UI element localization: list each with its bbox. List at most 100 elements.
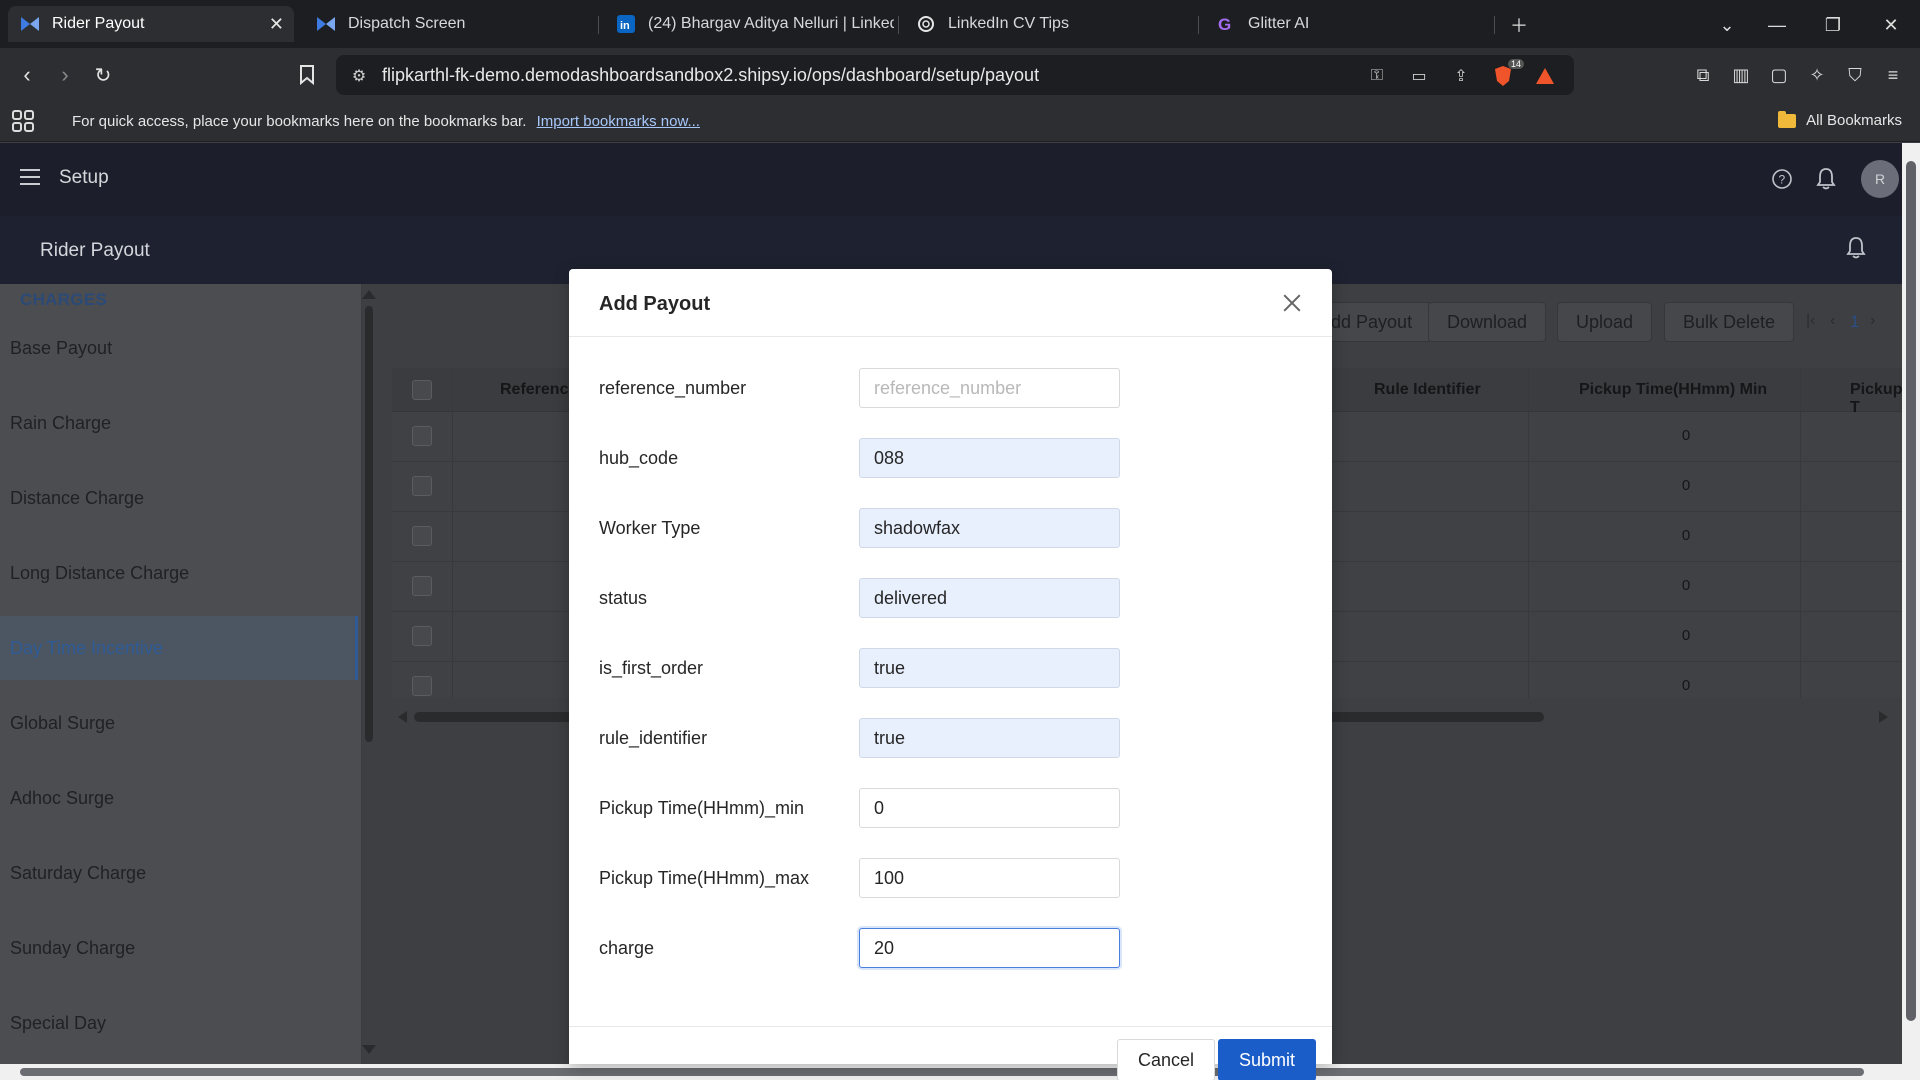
- pickup-min-cell: 0: [1681, 427, 1691, 444]
- next-page-icon[interactable]: ›: [1870, 312, 1875, 330]
- field-hub-code: hub_code: [569, 438, 1332, 478]
- row-checkbox[interactable]: [412, 476, 432, 496]
- app-header: Setup ?: [0, 143, 1902, 216]
- page-horizontal-scroll-thumb[interactable]: [20, 1068, 1864, 1076]
- scroll-left-arrow-icon[interactable]: [398, 711, 407, 723]
- tab-rider-payout[interactable]: Rider Payout ✕: [8, 6, 294, 42]
- rule-identifier-input[interactable]: [859, 718, 1120, 758]
- pickup-min-cell: 0: [1681, 527, 1691, 544]
- field-label: charge: [599, 938, 655, 958]
- sidebar-item-adhoc-surge[interactable]: Adhoc Surge: [0, 766, 358, 830]
- scroll-up-arrow-icon[interactable]: [362, 290, 376, 299]
- worker-type-input[interactable]: [859, 508, 1120, 548]
- select-all-checkbox[interactable]: [412, 380, 432, 400]
- wallet-icon[interactable]: ▢: [1766, 62, 1792, 88]
- pickup-min-cell: 0: [1681, 627, 1691, 644]
- hub-code-input[interactable]: [859, 438, 1120, 478]
- shipsy-logo-icon: [20, 14, 40, 34]
- sidebar-item-long-distance-charge[interactable]: Long Distance Charge: [0, 541, 358, 605]
- charges-sidebar: CHARGES Base Payout Rain Charge Distance…: [0, 284, 362, 1064]
- page-horizontal-scrollbar[interactable]: [0, 1064, 1920, 1080]
- browser-toolbar: ‹ › ↻ ⚙ flipkarthl-fk-demo.demodashboard…: [0, 48, 1920, 102]
- sidebar-scrollbar[interactable]: [362, 290, 376, 1054]
- page-vertical-scroll-thumb[interactable]: [1906, 161, 1916, 1021]
- field-label: Pickup Time(HHmm)_min: [599, 798, 805, 818]
- share-icon[interactable]: ⇪: [1450, 65, 1472, 87]
- reload-icon[interactable]: ↻: [88, 60, 118, 90]
- sidebar-toggle-icon[interactable]: ▥: [1728, 62, 1754, 88]
- is-first-order-input[interactable]: [859, 648, 1120, 688]
- extensions-icon[interactable]: ⧉: [1690, 62, 1716, 88]
- scroll-down-arrow-icon[interactable]: [362, 1045, 376, 1054]
- sidebar-item-special-day[interactable]: Special Day: [0, 991, 358, 1055]
- all-bookmarks-button[interactable]: All Bookmarks: [1778, 110, 1902, 129]
- row-checkbox[interactable]: [412, 426, 432, 446]
- sidebar-item-sunday-charge[interactable]: Sunday Charge: [0, 916, 358, 980]
- sidebar-item-global-surge[interactable]: Global Surge: [0, 691, 358, 755]
- bookmark-icon[interactable]: [292, 60, 322, 90]
- hamburger-menu-icon[interactable]: [20, 169, 40, 185]
- restore-icon[interactable]: ❐: [1818, 10, 1848, 40]
- sidebar-scroll-thumb[interactable]: [365, 306, 373, 742]
- close-icon[interactable]: [1280, 291, 1304, 315]
- status-input[interactable]: [859, 578, 1120, 618]
- row-checkbox[interactable]: [412, 526, 432, 546]
- modal-footer: Cancel Submit: [569, 1026, 1332, 1080]
- close-tab-icon[interactable]: ✕: [269, 14, 284, 35]
- notifications-bell-icon[interactable]: [1812, 165, 1840, 193]
- field-label: reference_number: [599, 378, 747, 398]
- minimize-icon[interactable]: —: [1762, 10, 1792, 40]
- row-checkbox[interactable]: [412, 576, 432, 596]
- openai-icon: [916, 14, 936, 34]
- address-bar[interactable]: ⚙ flipkarthl-fk-demo.demodashboardsandbo…: [336, 55, 1574, 95]
- help-icon[interactable]: ?: [1768, 165, 1796, 193]
- brave-rewards-icon[interactable]: [1534, 65, 1556, 87]
- sidebar-item-base-payout[interactable]: Base Payout: [0, 316, 358, 380]
- sidebar-item-day-time-incentive[interactable]: Day Time Incentive: [0, 616, 358, 680]
- submit-button[interactable]: Submit: [1218, 1039, 1317, 1080]
- page-bell-icon[interactable]: [1842, 234, 1870, 262]
- prev-page-icon[interactable]: ‹: [1830, 312, 1835, 330]
- forward-icon[interactable]: ›: [50, 60, 80, 90]
- password-key-icon[interactable]: ⚿: [1366, 65, 1388, 87]
- back-icon[interactable]: ‹: [12, 60, 42, 90]
- cancel-button[interactable]: Cancel: [1117, 1039, 1216, 1080]
- leo-ai-icon[interactable]: ✧: [1804, 62, 1830, 88]
- sidebar-item-saturday-charge[interactable]: Saturday Charge: [0, 841, 358, 905]
- linkedin-icon: in: [616, 14, 636, 34]
- page-vertical-scrollbar[interactable]: [1902, 143, 1920, 1064]
- pickup-time-max-input[interactable]: [859, 858, 1120, 898]
- reference-number-input[interactable]: [859, 368, 1120, 408]
- apps-grid-icon[interactable]: [10, 108, 36, 134]
- user-avatar[interactable]: R: [1861, 160, 1899, 198]
- pickup-min-cell: 0: [1681, 577, 1691, 594]
- first-page-icon[interactable]: |‹: [1806, 312, 1815, 330]
- tab-dispatch-screen[interactable]: Dispatch Screen: [304, 6, 594, 42]
- import-bookmarks-link[interactable]: Import bookmarks now...: [537, 113, 700, 130]
- svg-text:in: in: [620, 20, 630, 32]
- sidebar-item-rain-charge[interactable]: Rain Charge: [0, 391, 358, 455]
- tab-search-chevron-icon[interactable]: ⌄: [1712, 10, 1742, 40]
- svg-text:G: G: [1218, 15, 1231, 33]
- row-checkbox[interactable]: [412, 676, 432, 696]
- vpn-icon[interactable]: ⛉: [1842, 62, 1868, 88]
- tab-glitter-ai[interactable]: G Glitter AI: [1204, 6, 1494, 42]
- scroll-right-arrow-icon[interactable]: [1879, 711, 1888, 723]
- field-charge: charge: [569, 928, 1332, 968]
- browser-tab-bar: Rider Payout ✕ Dispatch Screen in (24) B…: [0, 0, 1920, 48]
- browser-menu-icon[interactable]: ≡: [1880, 62, 1906, 88]
- window-close-icon[interactable]: ✕: [1876, 10, 1906, 40]
- tab-linkedin-cv-tips[interactable]: LinkedIn CV Tips: [904, 6, 1194, 42]
- current-page[interactable]: 1: [1850, 312, 1859, 332]
- download-button[interactable]: Download: [1428, 302, 1547, 342]
- bulk-delete-button[interactable]: Bulk Delete: [1664, 302, 1795, 342]
- sidebar-item-distance-charge[interactable]: Distance Charge: [0, 466, 358, 530]
- tab-linkedin-profile[interactable]: in (24) Bhargav Aditya Nelluri | LinkedI…: [604, 6, 894, 42]
- row-checkbox[interactable]: [412, 626, 432, 646]
- charge-input[interactable]: [859, 928, 1120, 968]
- pickup-time-min-input[interactable]: [859, 788, 1120, 828]
- new-tab-icon[interactable]: ＋: [1504, 10, 1534, 40]
- site-settings-icon[interactable]: ⚙: [348, 65, 370, 87]
- cast-icon[interactable]: ▭: [1408, 65, 1430, 87]
- upload-button[interactable]: Upload: [1557, 302, 1653, 342]
